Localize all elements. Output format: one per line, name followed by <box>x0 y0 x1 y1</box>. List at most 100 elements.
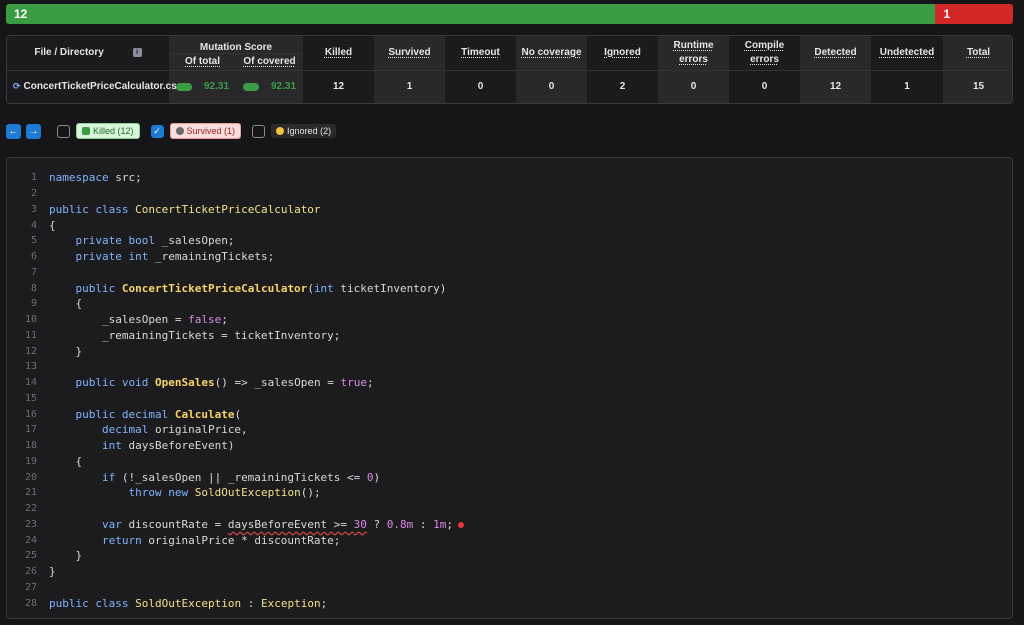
code-text: private int _remainingTickets; <box>75 250 275 264</box>
code-text: namespace src; <box>49 171 142 185</box>
code-line: 11 _remainingTickets = ticketInventory; <box>7 328 1012 344</box>
header-runtime-errors-label: Runtime errors <box>673 39 714 65</box>
progress-killed-segment: 12 <box>6 4 936 24</box>
ignored-filter-checkbox[interactable] <box>252 124 266 138</box>
code-line: 17 decimal originalPrice, <box>7 422 1012 438</box>
code-text: public class SoldOutException : Exceptio… <box>49 596 328 610</box>
line-number: 20 <box>24 471 37 483</box>
code-text: if (!_salesOpen || _remainingTickets <= … <box>101 470 381 484</box>
code-line: 4{ <box>7 217 1012 233</box>
code-text: } <box>49 549 83 563</box>
line-number: 7 <box>30 266 37 278</box>
code-text: return originalPrice * discountRate; <box>101 533 341 547</box>
code-line: 28 public class SoldOutException : Except… <box>7 595 1012 611</box>
line-number: 11 <box>24 329 37 341</box>
code-text: { <box>49 218 56 232</box>
code-line: 7 <box>7 265 1012 281</box>
code-line: 27 <box>7 580 1012 596</box>
header-of-total-label: Of total <box>185 55 220 67</box>
info-icon[interactable]: i <box>132 48 142 58</box>
line-number: 27 <box>24 581 37 593</box>
code-text: public ConcertTicketPriceCalculator(int … <box>75 281 447 295</box>
code-line: 8 public ConcertTicketPriceCalculator(in… <box>7 280 1012 296</box>
progress-survived-segment: 1 <box>935 4 1013 24</box>
header-total-label: Total <box>966 46 991 58</box>
ignored-filter-label: Ignored (2) <box>287 126 332 136</box>
arrow-left-icon: ← <box>8 125 19 137</box>
metrics-table: File / Directory i Mutation Score Killed… <box>6 35 1013 104</box>
cell-runtime-errors: 0 <box>658 70 730 103</box>
file-icon: ⟳ <box>13 81 21 91</box>
line-number: 19 <box>24 455 37 467</box>
line-number: 22 <box>24 503 37 515</box>
code-text: public decimal Calculate( <box>75 407 242 421</box>
header-file-directory[interactable]: File / Directory i <box>7 36 169 71</box>
cell-ignored: 2 <box>587 70 659 103</box>
cell-detected: 12 <box>800 70 872 103</box>
code-line: 1 namespace src; <box>7 170 1012 186</box>
code-text: } <box>49 565 56 579</box>
header-killed[interactable]: Killed <box>303 36 375 71</box>
table-row[interactable]: ⟳ ConcertTicketPriceCalculator.cs 92.31 9… <box>7 70 1012 103</box>
code-line: 14 public void OpenSales() => _salesOpen… <box>7 375 1012 391</box>
header-undetected[interactable]: Undetected <box>871 36 944 71</box>
header-ignored[interactable]: Ignored <box>587 36 659 71</box>
score-pill-icon <box>175 82 192 91</box>
code-text: public void OpenSales() => _salesOpen = … <box>75 376 374 390</box>
header-no-coverage[interactable]: No coverage <box>516 36 588 71</box>
header-detected[interactable]: Detected <box>800 36 872 71</box>
killed-filter-checkbox[interactable] <box>57 124 70 138</box>
header-compile-errors[interactable]: Compile errors <box>729 36 801 71</box>
killed-filter-label: Killed (12) <box>93 126 134 136</box>
alien-icon <box>175 127 184 135</box>
code-text: var discountRate = daysBeforeEvent >= 30… <box>49 518 465 531</box>
line-number: 18 <box>24 440 37 452</box>
score-of-covered: 92.31 <box>236 70 304 103</box>
header-of-covered[interactable]: Of covered <box>236 53 304 71</box>
mutation-progress-bar: 12 1 <box>6 4 1013 24</box>
arrow-right-icon: → <box>28 125 39 137</box>
header-undetected-label: Undetected <box>879 46 935 58</box>
line-number: 28 <box>24 597 37 609</box>
header-total[interactable]: Total <box>943 36 1012 71</box>
survived-mutant-marker-icon[interactable] <box>458 521 465 528</box>
previous-mutant-button[interactable]: ← <box>6 123 21 139</box>
ignored-filter-badge[interactable]: Ignored (2) <box>271 124 337 138</box>
code-text: int daysBeforeEvent) <box>101 439 235 453</box>
code-line: 21 throw new SoldOutException(); <box>7 485 1012 501</box>
code-text: } <box>49 344 83 358</box>
next-mutant-button[interactable]: → <box>26 123 41 139</box>
line-number: 26 <box>24 566 37 578</box>
line-number: 3 <box>30 203 37 215</box>
line-number: 2 <box>30 188 37 200</box>
code-line: 3 public class ConcertTicketPriceCalculat… <box>7 202 1012 218</box>
header-of-total[interactable]: Of total <box>169 53 236 71</box>
killed-filter-badge[interactable]: Killed (12) <box>76 123 140 139</box>
code-text: _remainingTickets = ticketInventory; <box>49 328 341 342</box>
header-runtime-errors[interactable]: Runtime errors <box>658 36 730 71</box>
line-number: 21 <box>24 487 37 499</box>
header-of-covered-label: Of covered <box>243 55 296 67</box>
file-link[interactable]: ⟳ ConcertTicketPriceCalculator.cs <box>7 70 177 103</box>
line-number: 16 <box>24 408 37 420</box>
code-line: 20 if (!_salesOpen || _remainingTickets … <box>7 469 1012 485</box>
header-ignored-label: Ignored <box>604 46 641 58</box>
score-of-total: 92.31 <box>169 70 236 103</box>
file-name: ConcertTicketPriceCalculator.cs <box>23 81 177 92</box>
code-text: public class ConcertTicketPriceCalculato… <box>49 202 321 216</box>
line-number: 9 <box>30 298 37 310</box>
survived-mutant[interactable]: daysBeforeEvent >= 30 <box>228 518 367 531</box>
line-number: 4 <box>30 219 37 231</box>
code-line: 19 { <box>7 454 1012 470</box>
code-line: 22 <box>7 501 1012 517</box>
survived-filter-checkbox[interactable]: ✓ <box>150 124 164 138</box>
code-line: 2 <box>7 186 1012 202</box>
code-line: 16 public decimal Calculate( <box>7 406 1012 422</box>
cell-timeout: 0 <box>445 70 517 103</box>
header-survived[interactable]: Survived <box>374 36 446 71</box>
line-number: 1 <box>30 172 37 184</box>
source-code-view: 1 namespace src; 2 3 public class ConcertTic… <box>6 157 1013 619</box>
header-timeout[interactable]: Timeout <box>445 36 517 71</box>
score-of-total-value: 92.31 <box>203 81 230 92</box>
survived-filter-badge[interactable]: Survived (1) <box>169 123 242 139</box>
